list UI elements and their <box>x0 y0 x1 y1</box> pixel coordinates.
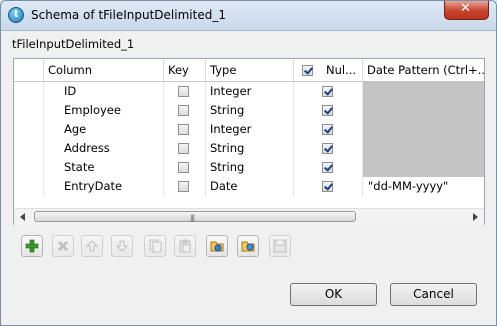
paste-button[interactable] <box>174 235 196 257</box>
nullable-cell[interactable] <box>294 177 363 196</box>
nullable-checkbox[interactable] <box>322 124 333 135</box>
nullable-cell[interactable] <box>294 139 363 158</box>
header-nullable-label: Nul... <box>326 63 357 77</box>
nullable-cell[interactable] <box>294 120 363 139</box>
header-key[interactable]: Key <box>164 59 206 81</box>
column-name-cell[interactable]: Address <box>44 139 164 158</box>
move-down-button[interactable] <box>111 235 133 257</box>
copy-button[interactable] <box>144 235 166 257</box>
scroll-right-icon[interactable] <box>473 213 478 221</box>
table-row[interactable]: EntryDate Date "dd-MM-yyyy" <box>14 177 484 196</box>
column-name-cell[interactable]: ID <box>44 82 164 101</box>
row-number-cell <box>14 158 44 177</box>
key-checkbox[interactable] <box>178 105 189 116</box>
key-cell[interactable] <box>164 82 206 101</box>
header-nullable[interactable]: Nul... <box>294 59 363 81</box>
date-pattern-cell <box>363 158 484 177</box>
date-pattern-cell <box>363 82 484 101</box>
row-number-cell <box>14 82 44 101</box>
nullable-all-checkbox[interactable] <box>302 65 313 76</box>
save-button[interactable] <box>269 235 291 257</box>
row-number-cell <box>14 139 44 158</box>
nullable-checkbox[interactable] <box>322 105 333 116</box>
scroll-left-icon[interactable] <box>20 213 25 221</box>
key-cell[interactable] <box>164 158 206 177</box>
close-button[interactable]: ✕ <box>444 1 489 20</box>
header-row-number <box>14 59 44 81</box>
date-pattern-cell <box>363 101 484 120</box>
key-checkbox[interactable] <box>178 124 189 135</box>
import-button[interactable] <box>206 235 228 257</box>
nullable-checkbox[interactable] <box>322 181 333 192</box>
horizontal-scrollbar[interactable]: ||| <box>14 208 484 225</box>
date-pattern-cell <box>363 120 484 139</box>
nullable-cell[interactable] <box>294 101 363 120</box>
close-icon: ✕ <box>460 1 471 16</box>
schema-table[interactable]: Column Key Type Nul... Date Pattern (Ctr… <box>13 58 485 225</box>
export-button[interactable] <box>237 235 259 257</box>
key-cell[interactable] <box>164 101 206 120</box>
date-pattern-cell[interactable]: "dd-MM-yyyy" <box>363 177 484 196</box>
add-button[interactable] <box>21 235 43 257</box>
ok-button[interactable]: OK <box>290 283 377 306</box>
table-row[interactable]: ID Integer <box>14 82 484 101</box>
nullable-cell[interactable] <box>294 82 363 101</box>
column-name-cell[interactable]: EntryDate <box>44 177 164 196</box>
table-header: Column Key Type Nul... Date Pattern (Ctr… <box>14 59 484 82</box>
row-number-cell <box>14 120 44 139</box>
window-title: Schema of tFileInputDelimited_1 <box>31 8 226 22</box>
header-date-pattern[interactable]: Date Pattern (Ctrl+... <box>363 59 484 81</box>
key-checkbox[interactable] <box>178 181 189 192</box>
header-column[interactable]: Column <box>44 59 164 81</box>
nullable-cell[interactable] <box>294 158 363 177</box>
component-name-label: tFileInputDelimited_1 <box>12 37 135 51</box>
type-cell[interactable]: String <box>206 139 294 158</box>
key-checkbox[interactable] <box>178 86 189 97</box>
header-type[interactable]: Type <box>206 59 294 81</box>
table-row[interactable]: Address String <box>14 139 484 158</box>
schema-dialog: t Schema of tFileInputDelimited_1 ✕ tFil… <box>0 0 497 326</box>
row-number-cell <box>14 177 44 196</box>
scrollbar-thumb[interactable]: ||| <box>34 211 356 222</box>
scrollbar-grip: ||| <box>190 214 195 222</box>
column-name-cell[interactable]: Age <box>44 120 164 139</box>
type-cell[interactable]: Date <box>206 177 294 196</box>
nullable-checkbox[interactable] <box>322 162 333 173</box>
delete-button[interactable] <box>52 235 74 257</box>
talend-app-icon: t <box>8 7 24 23</box>
table-row[interactable]: Age Integer <box>14 120 484 139</box>
key-cell[interactable] <box>164 177 206 196</box>
key-checkbox[interactable] <box>178 162 189 173</box>
table-row[interactable]: State String <box>14 158 484 177</box>
type-cell[interactable]: Integer <box>206 82 294 101</box>
nullable-checkbox[interactable] <box>322 86 333 97</box>
type-cell[interactable]: String <box>206 158 294 177</box>
type-cell[interactable]: Integer <box>206 120 294 139</box>
row-number-cell <box>14 101 44 120</box>
key-cell[interactable] <box>164 120 206 139</box>
date-pattern-cell <box>363 139 484 158</box>
key-cell[interactable] <box>164 139 206 158</box>
cancel-button[interactable]: Cancel <box>390 283 477 306</box>
type-cell[interactable]: String <box>206 101 294 120</box>
column-name-cell[interactable]: Employee <box>44 101 164 120</box>
title-bar: t Schema of tFileInputDelimited_1 ✕ <box>1 1 496 31</box>
nullable-checkbox[interactable] <box>322 143 333 154</box>
move-up-button[interactable] <box>81 235 103 257</box>
column-name-cell[interactable]: State <box>44 158 164 177</box>
table-row[interactable]: Employee String <box>14 101 484 120</box>
key-checkbox[interactable] <box>178 143 189 154</box>
